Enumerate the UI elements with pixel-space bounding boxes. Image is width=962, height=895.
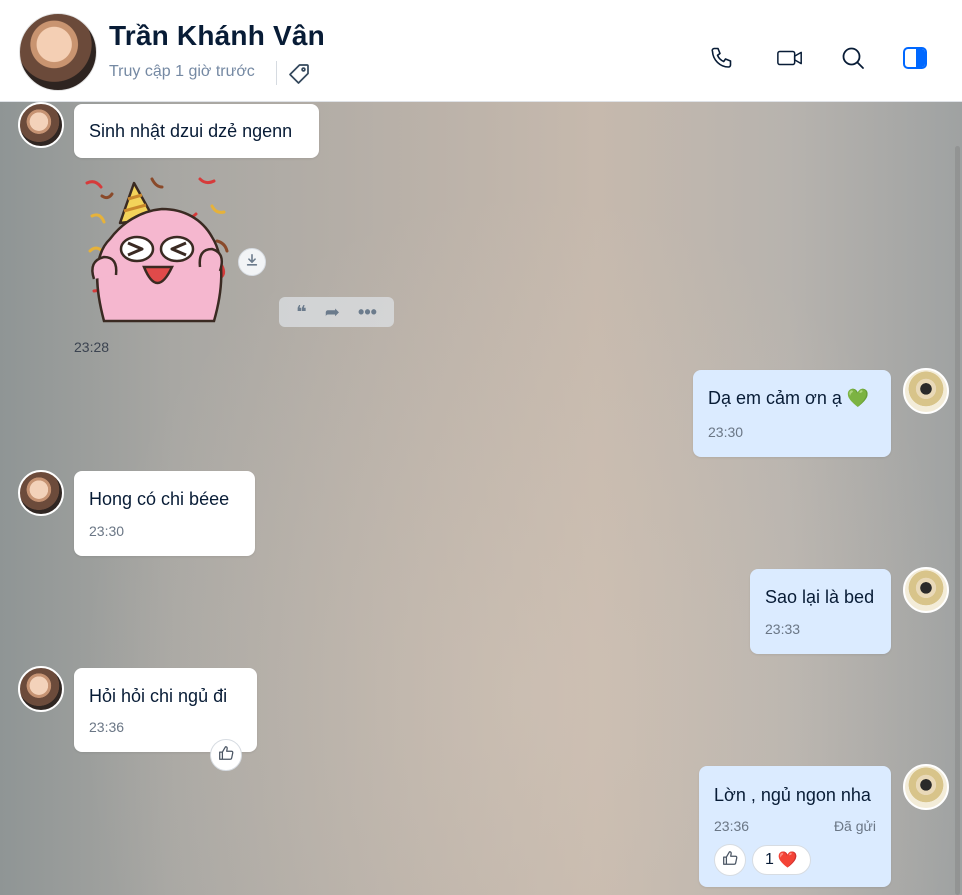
react-button[interactable]	[714, 844, 746, 876]
message-time: 23:30	[708, 424, 744, 440]
message-bubble[interactable]: Sao lại là bed 23:33	[750, 569, 891, 654]
party-bunny-sticker[interactable]	[82, 171, 232, 326]
thumbs-up-icon	[721, 849, 739, 872]
chat-header: Trần Khánh Vân Truy cập 1 giờ trước	[0, 0, 962, 102]
message-text: Hong có chi béee	[89, 489, 230, 509]
message-bubble[interactable]: Dạ em cảm ơn ạ 💚 23:30	[693, 370, 891, 457]
tag-icon[interactable]	[287, 62, 311, 86]
contact-avatar-small[interactable]	[18, 102, 64, 148]
header-divider	[276, 61, 277, 85]
message-text: Hỏi hỏi chi ngủ đi	[89, 686, 228, 706]
message-text: Sao lại là bed	[765, 587, 875, 607]
video-call-icon	[776, 44, 804, 77]
contact-avatar-small[interactable]	[18, 666, 64, 712]
message-bubble[interactable]: Sinh nhật dzui dzẻ ngenn	[74, 104, 319, 158]
message-text: Sinh nhật dzui dzẻ ngenn	[89, 121, 293, 141]
search-icon	[839, 44, 867, 77]
my-avatar[interactable]	[903, 368, 949, 414]
sidebar-toggle-icon	[901, 44, 929, 77]
last-seen-status: Truy cập 1 giờ trước	[109, 63, 255, 80]
reaction-summary[interactable]: 1 ❤️	[752, 845, 811, 875]
message-actions-bar: ❝ ➦ •••	[279, 297, 394, 327]
voice-call-button[interactable]	[707, 45, 737, 75]
message-text: Dạ em cảm ơn ạ 💚	[708, 388, 870, 408]
forward-icon[interactable]: ➦	[325, 302, 340, 323]
scrollbar[interactable]	[955, 146, 960, 895]
message-bubble[interactable]: Hong có chi béee 23:30	[74, 471, 255, 556]
message-time: 23:28	[74, 339, 110, 355]
message-time: 23:30	[89, 523, 125, 539]
reaction-count: 1	[765, 851, 774, 868]
message-text: Lờn , ngủ ngon nha	[714, 785, 871, 805]
search-button[interactable]	[838, 45, 868, 75]
quote-icon[interactable]: ❝	[296, 302, 307, 323]
message-time: 23:36	[714, 818, 750, 834]
contact-avatar[interactable]	[19, 13, 97, 91]
video-call-button[interactable]	[774, 45, 806, 75]
message-time: 23:36	[89, 719, 125, 735]
my-avatar[interactable]	[903, 567, 949, 613]
more-options-icon[interactable]: •••	[358, 302, 377, 323]
phone-icon	[708, 44, 736, 77]
download-sticker-button[interactable]	[238, 248, 266, 276]
heart-icon: ❤️	[777, 852, 798, 869]
conversation-info-toggle[interactable]	[900, 45, 930, 75]
react-button[interactable]	[210, 739, 242, 771]
message-time: 23:33	[765, 621, 801, 637]
sent-status: Đã gửi	[833, 818, 876, 834]
thumbs-up-icon	[217, 744, 235, 767]
download-icon	[245, 253, 259, 272]
my-avatar[interactable]	[903, 764, 949, 810]
contact-name[interactable]: Trần Khánh Vân	[109, 20, 325, 52]
contact-avatar-small[interactable]	[18, 470, 64, 516]
